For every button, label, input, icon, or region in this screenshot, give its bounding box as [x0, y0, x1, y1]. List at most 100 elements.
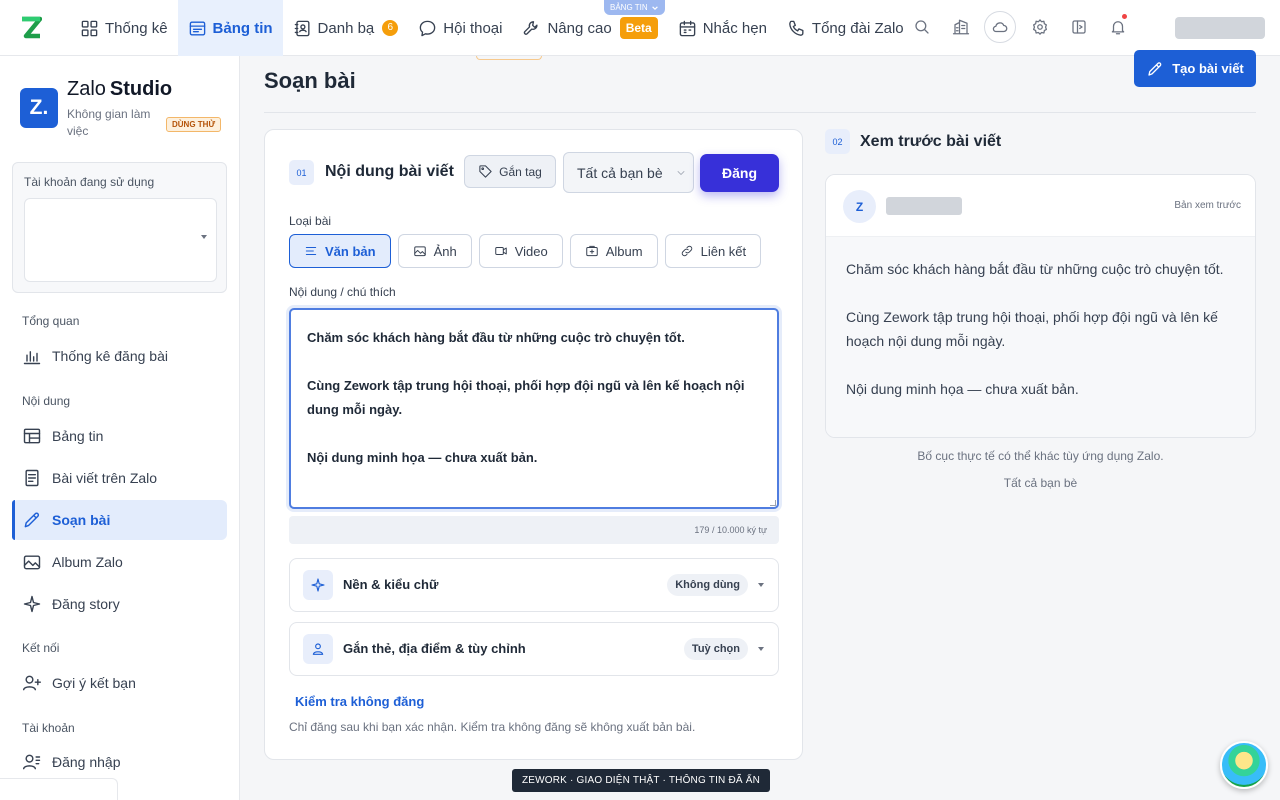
- pencil-icon: [24, 512, 39, 528]
- nav-conversations[interactable]: Hội thoại: [408, 0, 512, 56]
- workspace-subtitle: Không gian làm việc: [67, 107, 151, 138]
- post-preview-card: Z Bản xem trước Chăm sóc khách hàng bắt …: [825, 174, 1256, 438]
- audience-select[interactable]: Tất cả bạn bè: [563, 152, 694, 193]
- type-photo-button[interactable]: Ảnh: [397, 234, 472, 268]
- publish-hint: Chỉ đăng sau khi bạn xác nhận. Kiểm tra …: [289, 720, 696, 734]
- tools-icon: [524, 20, 539, 35]
- section-account: Tài khoản: [22, 721, 75, 735]
- account-label: Tài khoản đang sử dụng: [24, 175, 155, 189]
- header-divider: [264, 112, 1256, 113]
- user-account-placeholder[interactable]: [1175, 17, 1265, 39]
- calendar-icon: [679, 20, 696, 36]
- video-icon: [494, 247, 507, 255]
- audience-value: Tất cả bạn bè: [577, 164, 663, 181]
- nav-label: Bảng tin: [212, 19, 273, 37]
- cloud-sync-button[interactable]: [984, 11, 1016, 43]
- top-navigation-bar: Thống kê Bảng tin Danh bạ 6 Hội thoại Nâ…: [0, 0, 1280, 60]
- notification-dot: [1122, 14, 1127, 19]
- preview-tag: Bản xem trước: [1174, 200, 1241, 211]
- nav-label: Nâng cao: [547, 19, 612, 37]
- type-album-button[interactable]: Album: [569, 234, 658, 268]
- floating-tab-outline: [476, 56, 542, 60]
- create-post-button[interactable]: Tạo bài viết: [1134, 50, 1256, 87]
- step-badge: 01: [289, 160, 314, 185]
- search-button[interactable]: [906, 10, 937, 44]
- preview-title: Xem trước bài viết: [860, 133, 1002, 150]
- post-button[interactable]: Đăng: [700, 154, 779, 192]
- nav-label: Danh bạ: [317, 19, 375, 37]
- sparkle-icon: [23, 595, 41, 613]
- settings-button[interactable]: [1024, 10, 1055, 44]
- nav-label: Nhắc hẹn: [702, 19, 767, 37]
- sidebar-bottom-tab: [0, 778, 118, 800]
- dry-run-link[interactable]: Kiểm tra không đăng: [295, 694, 424, 709]
- zalo-logo-icon[interactable]: [20, 16, 42, 40]
- nav-contacts[interactable]: Danh bạ 6: [283, 0, 409, 56]
- type-text-button[interactable]: Văn bản: [289, 234, 391, 268]
- caret-down-icon: [201, 235, 207, 239]
- sidebar-item-post-stats[interactable]: Thống kê đăng bài: [12, 336, 227, 376]
- type-link-button[interactable]: Liên kết: [664, 234, 762, 268]
- sidebar-item-login[interactable]: Đăng nhập: [12, 742, 227, 782]
- nav-statistics[interactable]: Thống kê: [70, 0, 178, 56]
- author-name-placeholder: [886, 197, 962, 215]
- image-icon: [413, 246, 426, 257]
- table-icon: [23, 428, 41, 444]
- type-label: Liên kết: [700, 243, 747, 259]
- sidebar-item-label: Gợi ý kết bạn: [52, 675, 136, 691]
- floating-tab-label: BẢNG TIN: [610, 3, 648, 12]
- link-icon: [681, 245, 692, 257]
- image-icon: [23, 555, 41, 570]
- section-overview: Tổng quan: [22, 314, 80, 328]
- sidebar: Z. Zalo Studio Không gian làm việc DÙNG T…: [0, 56, 240, 800]
- floating-app-button[interactable]: [1220, 741, 1268, 789]
- sidebar-item-label: Bảng tin: [52, 428, 104, 444]
- content-label: Nội dung / chú thích: [289, 285, 396, 299]
- sidebar-item-album[interactable]: Album Zalo: [12, 542, 227, 582]
- sidebar-item-zalo-posts[interactable]: Bài viết trên Zalo: [12, 458, 227, 498]
- chevron-down-icon: [677, 170, 685, 175]
- notifications-button[interactable]: [1102, 10, 1133, 44]
- sidebar-item-label: Thống kê đăng bài: [52, 348, 168, 364]
- tags-location-option[interactable]: Gắn thẻ, địa điểm & tùy chỉnh Tuỳ chọn: [289, 622, 779, 676]
- sidebar-item-label: Bài viết trên Zalo: [52, 470, 158, 486]
- sidebar-item-newsfeed[interactable]: Bảng tin: [12, 416, 227, 456]
- nav-label: Tổng đài Zalo: [811, 19, 904, 37]
- caret-down-icon: [758, 583, 764, 587]
- search-icon: [914, 20, 929, 34]
- section-content: Nội dung: [22, 394, 71, 408]
- cloud-icon: [992, 22, 1008, 33]
- user-login-icon: [22, 754, 41, 770]
- preview-note: Bố cục thực tế có thể khác tùy ứng dụng …: [917, 449, 1164, 463]
- account-select[interactable]: [24, 198, 217, 282]
- caret-down-icon: [758, 647, 764, 651]
- add-user-icon: [22, 675, 42, 691]
- option-title: Nền & kiểu chữ: [343, 577, 439, 592]
- nav-switchboard[interactable]: Tổng đài Zalo: [777, 0, 914, 56]
- content-textarea[interactable]: Chăm sóc khách hàng bắt đầu từ những cuộ…: [289, 308, 779, 509]
- type-video-button[interactable]: Video: [478, 234, 563, 268]
- text-align-icon: [305, 247, 317, 255]
- page-title: Soạn bài: [264, 68, 356, 93]
- background-style-option[interactable]: Nền & kiểu chữ Không dùng: [289, 558, 779, 612]
- sidebar-item-label: Đăng nhập: [52, 754, 121, 770]
- contacts-icon: [294, 20, 310, 36]
- sidebar-item-friend-suggestions[interactable]: Gợi ý kết bạn: [12, 663, 227, 703]
- business-button[interactable]: [945, 10, 976, 44]
- gear-icon: [1032, 19, 1047, 35]
- studio-logo[interactable]: Z.: [20, 88, 58, 128]
- panel-icon: [1071, 20, 1086, 34]
- sidebar-item-story[interactable]: Đăng story: [12, 584, 227, 624]
- panel-toggle-button[interactable]: [1063, 10, 1094, 44]
- post-type-selector: Văn bản Ảnh Video Album Liên kết: [289, 234, 762, 268]
- nav-newsfeed[interactable]: Bảng tin: [177, 0, 283, 56]
- sidebar-item-compose[interactable]: Soạn bài: [12, 500, 227, 540]
- editor-title: Nội dung bài viết: [325, 163, 454, 180]
- add-tag-button[interactable]: Gắn tag: [464, 155, 556, 188]
- nav-label: Hội thoại: [443, 19, 503, 37]
- document-icon: [25, 469, 39, 487]
- building-icon: [952, 19, 969, 35]
- nav-reminders[interactable]: Nhắc hẹn: [668, 0, 777, 56]
- tag-icon: [479, 165, 492, 178]
- floating-newsfeed-tab[interactable]: BẢNG TIN: [604, 0, 665, 15]
